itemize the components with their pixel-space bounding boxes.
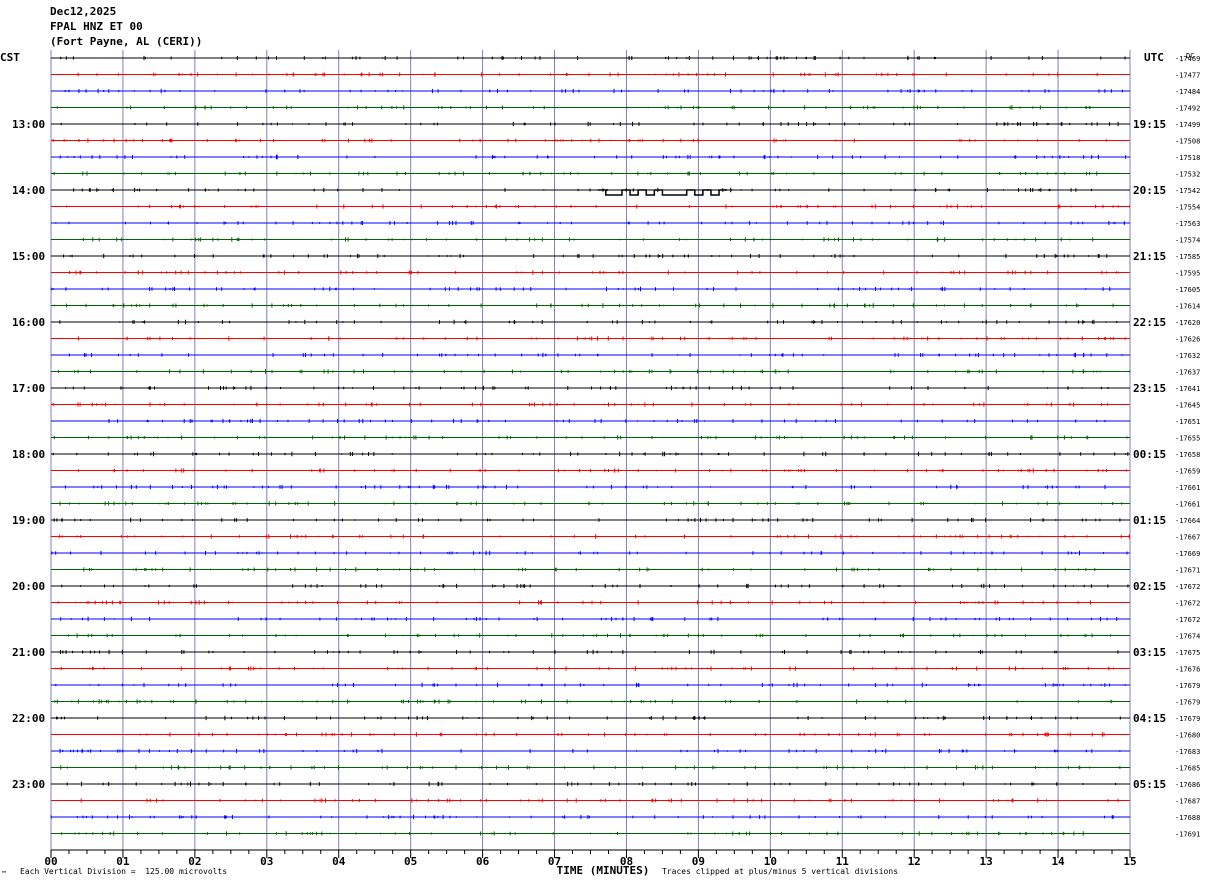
utc-hour-label: 20:15 xyxy=(1133,184,1166,197)
left-axis-title: CST xyxy=(0,51,20,64)
dc-offset-label: -17659 xyxy=(1175,468,1200,476)
utc-hour-label: 19:15 xyxy=(1133,118,1166,131)
x-tick-label: 14 xyxy=(1051,855,1065,868)
dc-offset-label: -17484 xyxy=(1175,88,1200,96)
dc-offset-label: -17605 xyxy=(1175,286,1200,294)
dc-offset-label: -17655 xyxy=(1175,435,1200,443)
dc-offset-label: -17585 xyxy=(1175,253,1200,261)
dc-offset-label: -17477 xyxy=(1175,72,1200,80)
dc-offset-label: -17664 xyxy=(1175,517,1200,525)
dc-offset-label: -17679 xyxy=(1175,699,1200,707)
x-tick-label: 15 xyxy=(1123,855,1136,868)
cst-hour-label: 23:00 xyxy=(12,778,45,791)
right-axis-title: UTC xyxy=(1144,51,1164,64)
dc-offset-label: -17661 xyxy=(1175,484,1200,492)
cst-hour-label: 21:00 xyxy=(12,646,45,659)
x-tick-label: 04 xyxy=(332,855,346,868)
dc-offset-label: -17469 xyxy=(1175,55,1200,63)
utc-hour-label: 22:15 xyxy=(1133,316,1166,329)
dc-offset-label: -17679 xyxy=(1175,715,1200,723)
dc-offset-label: -17674 xyxy=(1175,633,1200,641)
utc-hour-label: 21:15 xyxy=(1133,250,1166,263)
utc-hour-label: 04:15 xyxy=(1133,712,1166,725)
dc-offset-label: -17686 xyxy=(1175,781,1200,789)
dc-offset-label: -17620 xyxy=(1175,319,1200,327)
dc-offset-label: -17669 xyxy=(1175,550,1200,558)
utc-hour-label: 03:15 xyxy=(1133,646,1166,659)
dc-offset-label: -17691 xyxy=(1175,831,1200,839)
dc-offset-label: -17671 xyxy=(1175,567,1200,575)
dc-offset-label: -17574 xyxy=(1175,237,1200,245)
dc-offset-label: -17687 xyxy=(1175,798,1200,806)
dc-offset-label: -17676 xyxy=(1175,666,1200,674)
cst-hour-label: 16:00 xyxy=(12,316,45,329)
x-tick-label: 12 xyxy=(908,855,921,868)
event-signal xyxy=(597,189,728,196)
x-tick-label: 13 xyxy=(980,855,993,868)
dc-offset-label: -17632 xyxy=(1175,352,1200,360)
dc-offset-label: -17492 xyxy=(1175,105,1200,113)
dc-offset-label: -17679 xyxy=(1175,682,1200,690)
x-tick-label: 03 xyxy=(260,855,273,868)
clip-note: Traces clipped at plus/minus 5 vertical … xyxy=(662,867,899,876)
dc-offset-label: -17518 xyxy=(1175,154,1200,162)
cst-hour-label: 18:00 xyxy=(12,448,45,461)
x-tick-label: 05 xyxy=(404,855,417,868)
dc-offset-label: -17683 xyxy=(1175,748,1200,756)
utc-hour-label: 01:15 xyxy=(1133,514,1166,527)
dc-offset-label: -17651 xyxy=(1175,418,1200,426)
dc-offset-label: -17688 xyxy=(1175,814,1200,822)
x-axis-title: TIME (MINUTES) xyxy=(557,864,650,877)
utc-hour-label: 05:15 xyxy=(1133,778,1166,791)
dc-offset-label: -17626 xyxy=(1175,336,1200,344)
dc-offset-label: -17614 xyxy=(1175,303,1200,311)
dc-offset-label: -17672 xyxy=(1175,616,1200,624)
dc-offset-label: -17563 xyxy=(1175,220,1200,228)
dc-offset-label: -17667 xyxy=(1175,534,1200,542)
dc-offset-label: -17661 xyxy=(1175,501,1200,509)
dc-offset-label: -17499 xyxy=(1175,121,1200,129)
dc-offset-label: -17680 xyxy=(1175,732,1200,740)
x-tick-label: 06 xyxy=(476,855,490,868)
dc-offset-label: -17554 xyxy=(1175,204,1200,212)
cst-hour-label: 15:00 xyxy=(12,250,45,263)
dc-offset-label: -17641 xyxy=(1175,385,1200,393)
dc-offset-label: -17532 xyxy=(1175,171,1200,179)
cst-hour-label: 22:00 xyxy=(12,712,45,725)
utc-hour-label: 00:15 xyxy=(1133,448,1166,461)
dc-offset-label: -17675 xyxy=(1175,649,1200,657)
dc-offset-label: -17508 xyxy=(1175,138,1200,146)
dc-offset-label: -17542 xyxy=(1175,187,1200,195)
scale-note: Each Vertical Division = 125.00 microvol… xyxy=(20,867,228,876)
dc-offset-label: -17637 xyxy=(1175,369,1200,377)
dc-offset-label: -17685 xyxy=(1175,765,1200,773)
cst-hour-label: 17:00 xyxy=(12,382,45,395)
dc-offset-label: -17658 xyxy=(1175,451,1200,459)
dc-offset-label: -17645 xyxy=(1175,402,1200,410)
dc-offset-label: -17595 xyxy=(1175,270,1200,278)
utc-hour-label: 02:15 xyxy=(1133,580,1166,593)
dc-offset-label: -17672 xyxy=(1175,600,1200,608)
dc-offset-label: -17672 xyxy=(1175,583,1200,591)
utc-hour-label: 23:15 xyxy=(1133,382,1166,395)
cst-hour-label: 19:00 xyxy=(12,514,45,527)
cst-hour-label: 13:00 xyxy=(12,118,45,131)
cst-hour-label: 20:00 xyxy=(12,580,45,593)
corner-mark: ™ xyxy=(2,870,7,878)
seismogram-chart: CST UTC DC13:0014:0015:0016:0017:0018:0019… xyxy=(0,50,1200,877)
cst-hour-label: 14:00 xyxy=(12,184,45,197)
